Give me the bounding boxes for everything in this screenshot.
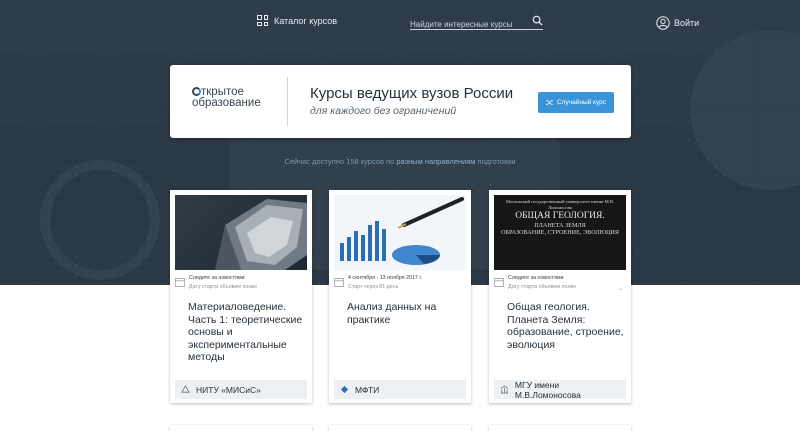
university-name: МГУ имени М.В.Ломоносова: [514, 379, 581, 400]
university-logo-icon: [340, 385, 349, 394]
university-link[interactable]: МФТИ: [334, 380, 466, 399]
random-course-label: Случайный курс: [556, 99, 607, 106]
course-dates: Следите за новостями Дату старта объявим…: [175, 274, 307, 296]
course-image[interactable]: Московский государственный университет и…: [494, 195, 626, 270]
university-logo-icon: [181, 385, 190, 393]
search-icon[interactable]: [532, 15, 543, 26]
catalog-link[interactable]: Каталог курсов: [257, 15, 337, 26]
material-sample-image: [215, 199, 307, 270]
promo-banner: ткрытое образование Курсы ведущих вузов …: [170, 65, 631, 138]
course-image-text: Московский государственный университет и…: [494, 199, 626, 236]
banner-subtitle: для каждого без ограничений: [310, 105, 457, 117]
date-line: Следите за новостями: [508, 275, 564, 281]
top-navigation: Каталог курсов Войти: [0, 0, 800, 46]
site-logo[interactable]: ткрытое образование: [192, 86, 274, 109]
course-image[interactable]: [175, 195, 307, 270]
chevron-down-icon: ⌄: [617, 286, 623, 292]
course-card[interactable]: 4 сентября - 13 ноября 2017 г. Старт чер…: [329, 190, 471, 403]
date-line: Следите за новостями: [189, 275, 245, 281]
login-button[interactable]: Войти: [656, 16, 699, 30]
shuffle-icon: [545, 100, 553, 105]
calendar-icon: [175, 278, 185, 287]
user-icon: [656, 16, 670, 30]
start-note: Старт через 81 день: [348, 284, 399, 290]
available-prefix: Сейчас доступно 158 курсов по: [284, 157, 397, 166]
calendar-icon: [494, 278, 504, 287]
course-card[interactable]: Московский государственный университет и…: [489, 190, 631, 403]
date-line: 4 сентября - 13 ноября 2017 г.: [348, 275, 423, 281]
banner-title: Курсы ведущих вузов России: [310, 85, 514, 102]
image-headline: ОБЩАЯ ГЕОЛОГИЯ.: [515, 211, 605, 221]
start-note: Дату старта объявим позже: [189, 284, 258, 290]
logo-line2: образование: [192, 97, 261, 109]
university-logo-icon: [500, 385, 509, 394]
course-dates: 4 сентября - 13 ноября 2017 г. Старт чер…: [334, 274, 466, 296]
course-title[interactable]: Общая геология. Планета Земля: образован…: [507, 301, 627, 351]
image-line3: ОБРАЗОВАНИЕ, СТРОЕНИЕ, ЭВОЛЮЦИЯ: [500, 228, 620, 236]
random-course-button[interactable]: Случайный курс: [538, 92, 614, 113]
search-box: [410, 14, 543, 32]
search-input[interactable]: [410, 17, 525, 32]
course-title[interactable]: Материаловедение. Часть 1: теоретические…: [188, 301, 308, 364]
course-card[interactable]: Следите за новостями Дату старта объявим…: [170, 190, 312, 403]
catalog-label: Каталог курсов: [274, 15, 338, 26]
courses-available-text: Сейчас доступно 158 курсов по разным нап…: [0, 157, 800, 166]
course-card-next[interactable]: [329, 425, 471, 431]
start-note: Дату старта объявим позже: [508, 284, 577, 290]
course-card-next[interactable]: [170, 425, 312, 431]
image-line2: ПЛАНЕТА ЗЕМЛЯ: [534, 221, 586, 229]
data-charts-image: [334, 195, 466, 270]
banner-divider: [287, 77, 288, 126]
logo-ring-icon: [192, 87, 201, 96]
course-image[interactable]: [334, 195, 466, 270]
university-name: НИТУ «МИСиС»: [196, 384, 261, 395]
directions-link[interactable]: разным направлениям: [396, 157, 475, 166]
university-link[interactable]: НИТУ «МИСиС»: [175, 380, 307, 399]
login-label: Войти: [674, 18, 700, 28]
university-name: МФТИ: [355, 384, 380, 395]
course-dates: Следите за новостями Дату старта объявим…: [494, 274, 626, 296]
grid-icon: [257, 15, 268, 26]
course-title[interactable]: Анализ данных на практике: [347, 301, 467, 326]
image-header: Московский государственный университет и…: [505, 199, 615, 210]
course-card-next[interactable]: [489, 425, 631, 431]
university-link[interactable]: МГУ имени М.В.Ломоносова: [494, 379, 626, 400]
available-suffix: подготовки: [475, 157, 516, 166]
calendar-icon: [334, 278, 344, 287]
